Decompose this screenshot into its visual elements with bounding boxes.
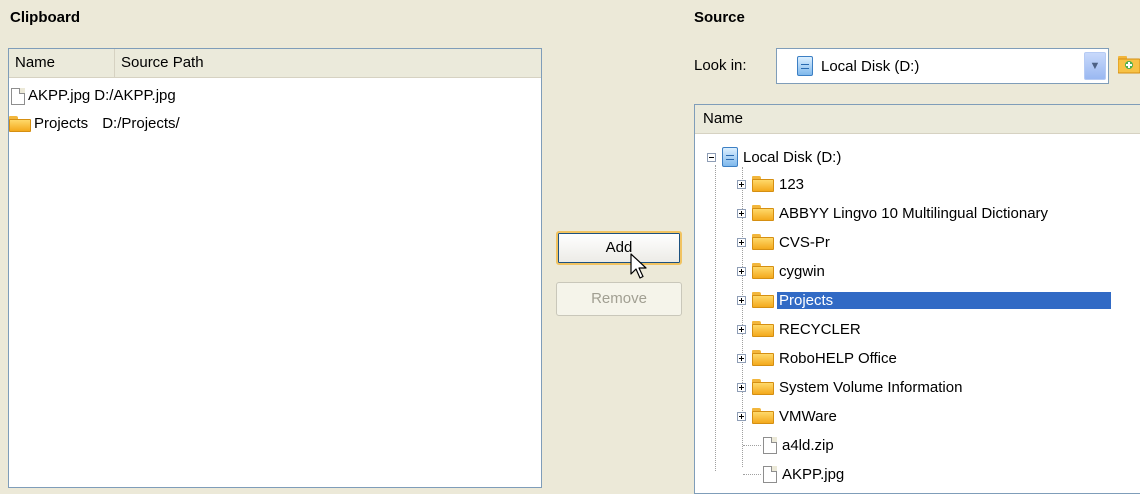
folder-icon xyxy=(752,321,774,337)
tree-item-label: 123 xyxy=(779,175,805,193)
look-in-value: Local Disk (D:) xyxy=(821,57,920,75)
tree-item-label: CVS-Pr xyxy=(779,233,830,251)
tree-item-folder-selected[interactable]: Projects xyxy=(737,288,1111,312)
add-button[interactable]: Add xyxy=(556,231,682,265)
column-header-name[interactable]: Name xyxy=(9,49,115,77)
folder-icon xyxy=(752,408,774,424)
tree-guide-line xyxy=(743,445,761,447)
folder-icon xyxy=(752,379,774,395)
expand-icon[interactable] xyxy=(737,266,746,276)
folder-icon xyxy=(9,116,31,132)
look-in-dropdown[interactable]: Local Disk (D:) ▼ xyxy=(776,48,1109,84)
expand-icon[interactable] xyxy=(737,382,746,392)
folder-icon xyxy=(752,292,774,308)
expand-icon[interactable] xyxy=(737,324,746,334)
tree-item-label: Local Disk (D:) xyxy=(743,148,842,166)
tree-item-label: a4ld.zip xyxy=(782,436,834,454)
new-folder-icon[interactable] xyxy=(1118,54,1140,74)
folder-icon xyxy=(752,263,774,279)
tree-item-folder[interactable]: ABBYY Lingvo 10 Multilingual Dictionary xyxy=(737,201,1050,225)
source-heading: Source xyxy=(694,9,745,26)
tree-item-label: cygwin xyxy=(779,262,825,280)
clipboard-item-name: Projects xyxy=(34,115,89,132)
local-disk-icon xyxy=(722,147,738,167)
expand-icon[interactable] xyxy=(737,179,746,189)
file-icon xyxy=(763,436,777,454)
clipboard-list-header: Name Source Path xyxy=(9,49,541,78)
tree-item-folder[interactable]: RoboHELP Office xyxy=(737,346,899,370)
folder-icon xyxy=(752,205,774,221)
tree-item-file[interactable]: a4ld.zip xyxy=(763,433,836,457)
folder-icon xyxy=(752,176,774,192)
file-icon xyxy=(11,87,25,105)
mouse-pointer-icon xyxy=(630,253,647,279)
tree-guide-line xyxy=(715,165,717,471)
tree-item-folder[interactable]: VMWare xyxy=(737,404,839,428)
tree-item-label: ABBYY Lingvo 10 Multilingual Dictionary xyxy=(779,204,1049,222)
remove-button[interactable]: Remove xyxy=(556,282,682,316)
clipboard-item-name: AKPP.jpg xyxy=(28,87,91,104)
tree-item-label: RECYCLER xyxy=(779,320,861,338)
tree-item-label: System Volume Information xyxy=(779,378,963,396)
clipboard-item-path: D:/AKPP.jpg xyxy=(94,87,176,104)
tree-guide-line xyxy=(743,474,761,476)
expand-icon[interactable] xyxy=(737,208,746,218)
file-icon xyxy=(763,465,777,483)
chevron-down-icon[interactable]: ▼ xyxy=(1084,52,1106,80)
collapse-icon[interactable] xyxy=(707,152,716,162)
look-in-label: Look in: xyxy=(694,57,747,74)
expand-icon[interactable] xyxy=(737,295,746,305)
tree-item-folder[interactable]: cygwin xyxy=(737,259,827,283)
list-item[interactable]: Projects D:/Projects/ xyxy=(9,112,180,136)
tree-item-folder[interactable]: RECYCLER xyxy=(737,317,863,341)
expand-icon[interactable] xyxy=(737,353,746,363)
tree-column-header-name[interactable]: Name xyxy=(695,105,1140,134)
tree-item-file[interactable]: AKPP.jpg xyxy=(763,462,846,486)
clipboard-list[interactable]: Name Source Path AKPP.jpg D:/AKPP.jpg Pr… xyxy=(8,48,542,488)
tree-item-root[interactable]: Local Disk (D:) xyxy=(707,145,843,169)
tree-item-folder[interactable]: 123 xyxy=(737,172,806,196)
expand-icon[interactable] xyxy=(737,411,746,421)
tree-item-folder[interactable]: System Volume Information xyxy=(737,375,964,399)
tree-item-label: RoboHELP Office xyxy=(779,349,897,367)
tree-item-label: VMWare xyxy=(779,407,837,425)
folder-icon xyxy=(752,350,774,366)
expand-icon[interactable] xyxy=(737,237,746,247)
clipboard-heading: Clipboard xyxy=(10,9,80,26)
local-disk-icon xyxy=(797,56,813,76)
tree-item-folder[interactable]: CVS-Pr xyxy=(737,230,832,254)
folder-icon xyxy=(752,234,774,250)
tree-item-label: Projects xyxy=(777,291,1111,309)
column-header-source-path[interactable]: Source Path xyxy=(115,49,541,77)
source-tree[interactable]: Name Local Disk (D:) 123 ABBYY Lingvo 10… xyxy=(694,104,1140,494)
list-item[interactable]: AKPP.jpg D:/AKPP.jpg xyxy=(11,84,176,108)
tree-item-label: AKPP.jpg xyxy=(782,465,845,483)
clipboard-item-path: D:/Projects/ xyxy=(102,115,180,132)
